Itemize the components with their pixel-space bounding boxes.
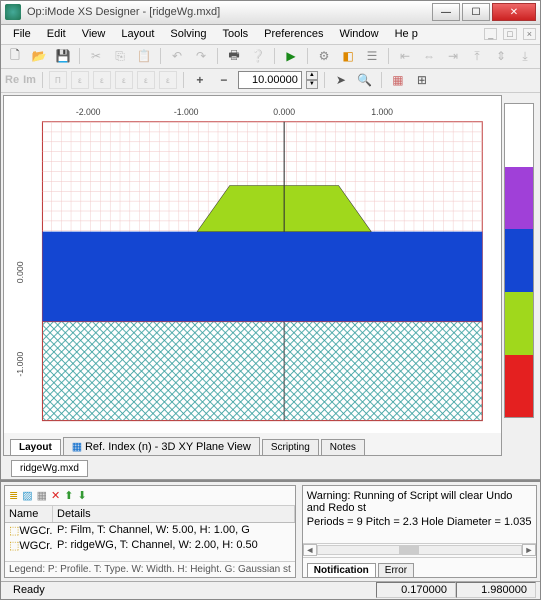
new-icon[interactable]: 🗋 <box>5 46 25 66</box>
tab-layout[interactable]: Layout <box>10 439 61 455</box>
xtick-1: -1.000 <box>174 107 199 117</box>
align-left-icon: ⇤ <box>395 46 415 66</box>
status-ready: Ready <box>5 583 376 597</box>
open-icon[interactable]: 📂 <box>29 46 49 66</box>
scroll-right-icon[interactable]: ► <box>522 544 536 556</box>
im-label: Im <box>23 74 36 86</box>
undo-icon[interactable]: ↶ <box>167 46 187 66</box>
menu-tools[interactable]: Tools <box>214 26 256 42</box>
region-substrate[interactable] <box>42 322 482 421</box>
list-item[interactable]: ⬚WGCr... P: Film, T: Channel, W: 5.00, H… <box>5 523 295 538</box>
zoom-icon[interactable]: 🔍 <box>355 70 375 90</box>
eps3-icon[interactable]: ε <box>115 71 133 89</box>
paste-icon[interactable]: 📋 <box>134 46 154 66</box>
menu-help[interactable]: He p <box>387 26 426 42</box>
minimize-button[interactable]: — <box>432 3 460 21</box>
layout-canvas[interactable]: -1.000 0.000 -2.000 -1.000 0.000 1.000 <box>12 102 491 432</box>
print-icon[interactable]: 🖶 <box>224 46 244 66</box>
panel-delete-icon[interactable]: ✕ <box>51 489 60 502</box>
toggle-icon[interactable]: ◧ <box>338 46 358 66</box>
colorbar <box>504 103 534 419</box>
mdi-minimize-icon[interactable]: _ <box>484 28 497 40</box>
eps5-icon[interactable]: ε <box>159 71 177 89</box>
mdi-restore-icon[interactable]: □ <box>503 28 516 40</box>
ytick-1: 0.000 <box>15 261 25 283</box>
ytick-0: -1.000 <box>15 351 25 376</box>
tab-refindex[interactable]: ▦ Ref. Index (n) - 3D XY Plane View <box>63 437 260 455</box>
settings-icon[interactable]: ⚙ <box>314 46 334 66</box>
copy-icon[interactable]: ⎘ <box>110 46 130 66</box>
align-bottom-icon: ⤓ <box>515 46 535 66</box>
spin-down-icon[interactable]: ▼ <box>306 80 318 89</box>
tab-error[interactable]: Error <box>378 563 414 577</box>
mdi-close-icon[interactable]: × <box>523 28 536 40</box>
align-middle-icon: ⇕ <box>491 46 511 66</box>
align-right-icon: ⇥ <box>443 46 463 66</box>
list-item[interactable]: ⬚WGCr... P: ridgeWG, T: Channel, W: 2.00… <box>5 538 295 553</box>
minus-icon[interactable]: − <box>214 70 234 90</box>
panel-tool1-icon[interactable]: ≣ <box>9 489 18 502</box>
maximize-button[interactable]: ☐ <box>462 3 490 21</box>
grid-icon[interactable]: ▦ <box>388 70 408 90</box>
list-legend: Legend: P: Profile. T: Type. W: Width. H… <box>5 561 295 577</box>
xtick-2: 0.000 <box>273 107 295 117</box>
msg-scrollbar[interactable]: ◄ ► <box>303 543 536 557</box>
menu-view[interactable]: View <box>74 26 114 42</box>
panel-up-icon[interactable]: ⬆ <box>64 489 73 502</box>
region-film[interactable] <box>42 231 482 321</box>
window-title: Op:iMode XS Designer - [ridgeWg.mxd] <box>27 6 432 18</box>
panel-down-icon[interactable]: ⬇ <box>77 489 86 502</box>
menu-window[interactable]: Window <box>331 26 386 42</box>
plus-icon[interactable]: + <box>190 70 210 90</box>
menu-file[interactable]: File <box>5 26 39 42</box>
menu-solving[interactable]: Solving <box>162 26 214 42</box>
col-name[interactable]: Name <box>5 506 53 522</box>
snap-icon[interactable]: ⊞ <box>412 70 432 90</box>
pi-icon[interactable]: Π <box>49 71 67 89</box>
col-details[interactable]: Details <box>53 506 295 522</box>
file-tab[interactable]: ridgeWg.mxd <box>11 460 88 477</box>
close-button[interactable]: ✕ <box>492 3 536 21</box>
align-top-icon: ⤒ <box>467 46 487 66</box>
menu-layout[interactable]: Layout <box>113 26 162 42</box>
cut-icon[interactable]: ✂ <box>86 46 106 66</box>
redo-icon[interactable]: ↷ <box>191 46 211 66</box>
zoom-value-input[interactable] <box>238 71 302 89</box>
menu-preferences[interactable]: Preferences <box>256 26 331 42</box>
about-icon[interactable]: ❔ <box>248 46 268 66</box>
script-icon[interactable]: ☰ <box>362 46 382 66</box>
tab-notes[interactable]: Notes <box>321 439 365 455</box>
pointer-icon[interactable]: ➤ <box>331 70 351 90</box>
scroll-left-icon[interactable]: ◄ <box>303 544 317 556</box>
msg-line1: Warning: Running of Script will clear Un… <box>307 490 532 514</box>
save-icon[interactable]: 💾 <box>53 46 73 66</box>
menu-edit[interactable]: Edit <box>39 26 74 42</box>
panel-tool3-icon[interactable]: ▦ <box>37 489 47 502</box>
panel-tool2-icon[interactable]: ▨ <box>22 489 32 502</box>
xtick-0: -2.000 <box>76 107 101 117</box>
tab-notification[interactable]: Notification <box>307 563 376 577</box>
status-y: 1.980000 <box>456 582 536 598</box>
eps2-icon[interactable]: ε <box>93 71 111 89</box>
spin-up-icon[interactable]: ▲ <box>306 71 318 80</box>
align-center-icon: ⇔ <box>419 46 439 66</box>
run-icon[interactable]: ▶ <box>281 46 301 66</box>
tab-scripting[interactable]: Scripting <box>262 439 319 455</box>
status-x: 0.170000 <box>376 582 456 598</box>
eps1-icon[interactable]: ε <box>71 71 89 89</box>
re-label: Re <box>5 74 19 86</box>
eps4-icon[interactable]: ε <box>137 71 155 89</box>
app-icon <box>5 4 21 20</box>
xtick-3: 1.000 <box>371 107 393 117</box>
msg-line2: Periods = 9 Pitch = 2.3 Hole Diameter = … <box>307 516 532 528</box>
